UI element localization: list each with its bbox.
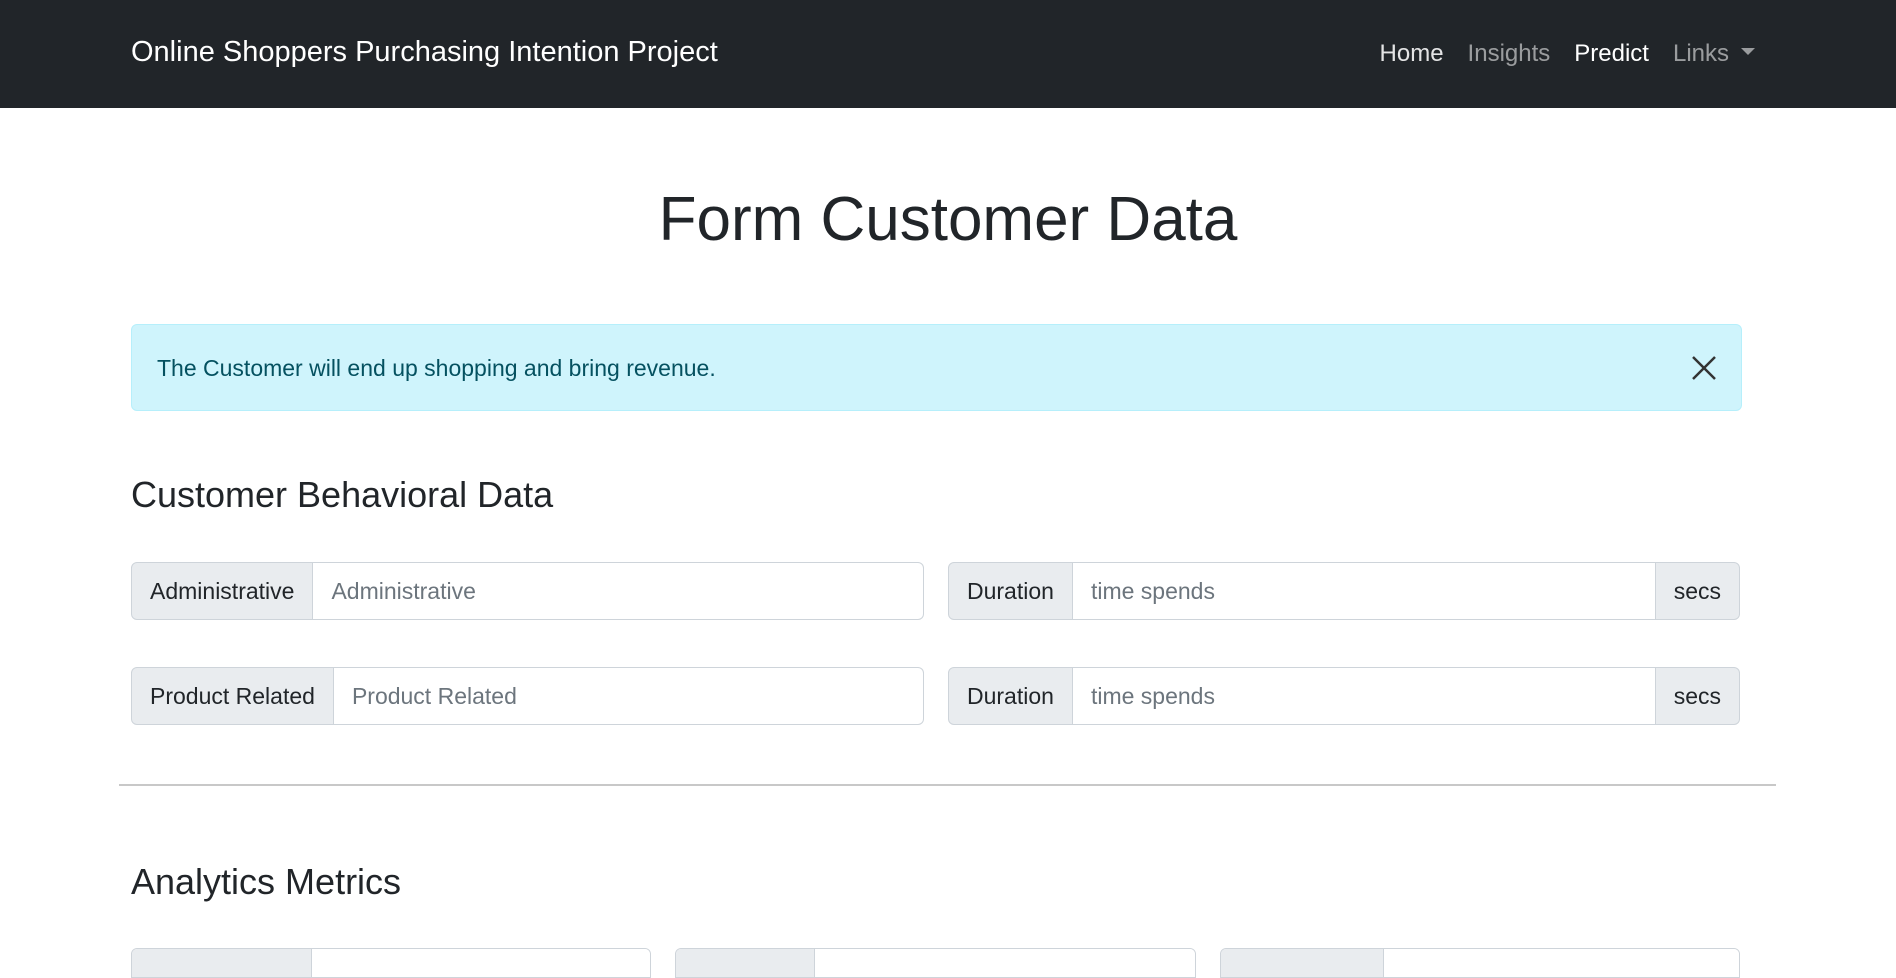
product-related-label: Product Related [131,667,334,725]
nav-link-predict[interactable]: Predict [1574,40,1649,68]
administrative-duration-unit: secs [1655,562,1740,620]
page-title: Form Customer Data [658,185,1238,254]
section-title-analytics: Analytics Metrics [131,861,402,902]
administrative-label: Administrative [131,562,314,620]
alert-message: The Customer will end up shopping and br… [157,355,716,381]
analytics-input-group-1[interactable] [131,948,651,978]
nav-link-insights[interactable]: Insights [1468,40,1551,68]
administrative-input[interactable] [313,562,924,620]
analytics-label-1 [132,949,312,977]
analytics-input-group-2[interactable] [675,948,1196,978]
product-related-duration-unit: secs [1655,667,1740,725]
chevron-down-icon [1741,48,1755,56]
nav-link-links-label: Links [1672,40,1729,67]
product-related-duration-input[interactable] [1072,667,1656,725]
product-related-input[interactable] [333,667,924,725]
product-related-duration-label: Duration [948,667,1073,725]
product-related-duration-input-group: Duration secs [948,667,1740,725]
product-related-input-group: Product Related [131,667,924,725]
section-divider [119,784,1776,786]
nav-dropdown-links[interactable]: Links [1673,40,1755,68]
close-icon[interactable] [1689,353,1719,383]
section-title-behavioral: Customer Behavioral Data [131,474,554,515]
navbar: Online Shoppers Purchasing Intention Pro… [0,0,1896,108]
administrative-duration-input[interactable] [1072,562,1656,620]
administrative-duration-label: Duration [948,562,1073,620]
nav-link-home[interactable]: Home [1380,40,1444,68]
analytics-input-group-3[interactable] [1220,948,1740,978]
analytics-input-1[interactable] [312,949,650,977]
analytics-label-3 [1221,949,1384,977]
analytics-input-3[interactable] [1384,949,1739,977]
analytics-label-2 [676,949,815,977]
administrative-input-group: Administrative [131,562,924,620]
administrative-duration-input-group: Duration secs [948,562,1740,620]
navbar-brand[interactable]: Online Shoppers Purchasing Intention Pro… [131,36,718,69]
prediction-alert: The Customer will end up shopping and br… [131,324,1742,411]
nav-links: Home Insights Predict Links [1356,40,1755,68]
analytics-input-2[interactable] [815,949,1195,977]
